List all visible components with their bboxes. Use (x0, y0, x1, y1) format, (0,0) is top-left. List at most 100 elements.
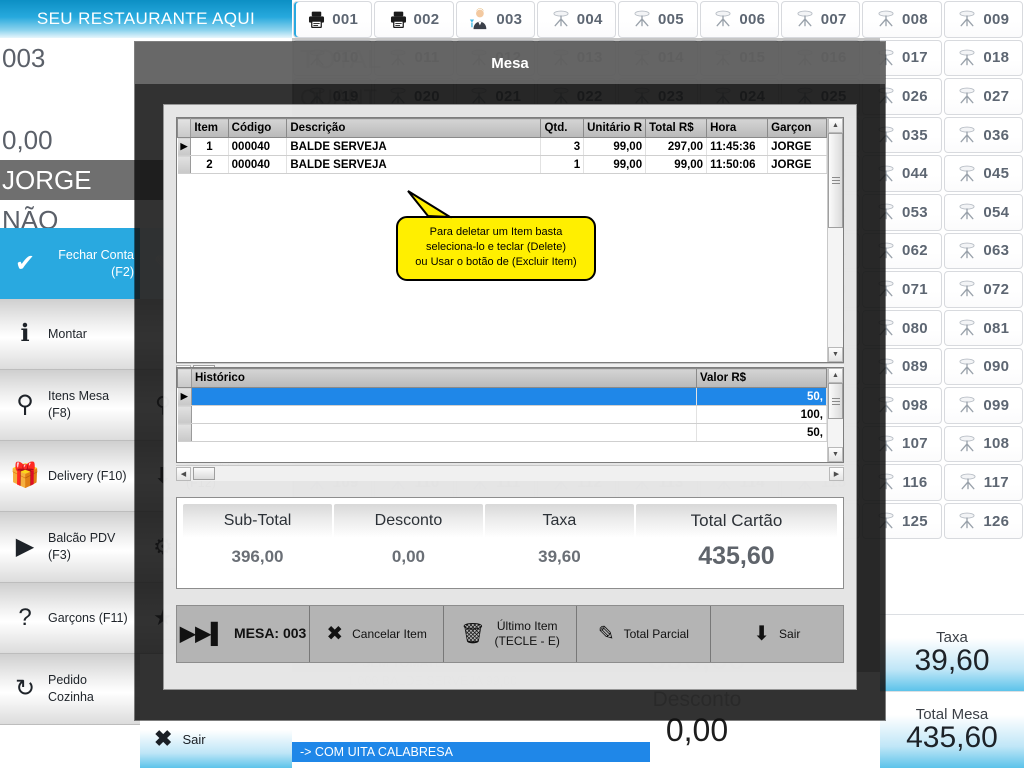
items-col-header[interactable]: Hora (706, 118, 769, 138)
background-blue-line: -> COM UITA CALABRESA (292, 742, 650, 762)
action-total-parcial[interactable]: ✎ Total Parcial (577, 606, 711, 662)
menu-item-montar[interactable]: ℹ Montar (0, 299, 140, 370)
menu-item-gar-ons-f11-[interactable]: ? Garçons (F11) (0, 583, 140, 654)
table-button-number: 006 (739, 10, 766, 28)
menu-item-pedido[interactable]: ↻ Pedido Cozinha (0, 654, 140, 725)
items-col-header[interactable]: Código (227, 118, 288, 138)
action-bar[interactable]: ▶▶▌ MESA: 003 ✖ Cancelar Item 🗑 Último Item (T… (176, 605, 844, 663)
table-button-number: 026 (902, 87, 928, 105)
table-icon (959, 88, 975, 104)
table-button-number: 001 (332, 10, 359, 28)
row-selector[interactable]: ▶ (177, 137, 192, 156)
scroll-thumb[interactable] (828, 383, 843, 419)
menu-item-delivery-f10-[interactable]: 🎁 Delivery (F10) (0, 441, 140, 512)
table-button-054[interactable]: 054 (943, 193, 1023, 231)
cell-valor: 50, (696, 387, 827, 406)
scroll-up-icon[interactable]: ▲ (828, 118, 843, 133)
menu-item-fechar-conta[interactable]: ✔ Fechar Conta (F2) (0, 228, 140, 299)
question-icon: ? (18, 604, 32, 631)
cell-qtd: 1 (540, 155, 585, 174)
menu-item-itens-mesa[interactable]: ⚲ Itens Mesa (F8) (0, 370, 140, 441)
history-datagrid[interactable]: Histórico Valor R$ ▶ 50, 100, 50, ▲ ▼ (176, 367, 844, 463)
scroll-down-icon[interactable]: ▼ (828, 347, 843, 362)
scroll-right-icon[interactable]: ▶ (829, 466, 844, 481)
table-button-090[interactable]: 090 (943, 348, 1023, 385)
table-icon (878, 10, 894, 27)
table-button-001[interactable]: 001 (293, 1, 373, 38)
table-button-number: 007 (820, 10, 847, 28)
scroll-track[interactable] (828, 383, 843, 447)
table-button-002[interactable]: 002 (374, 1, 454, 38)
cell-hora: 11:50:06 (706, 155, 769, 174)
history-col-header[interactable]: Histórico (191, 368, 697, 388)
table-button-007[interactable]: 007 (781, 1, 861, 38)
row-selector[interactable] (177, 155, 192, 174)
table-button-063[interactable]: 063 (943, 232, 1023, 270)
total-value: 435,60 (698, 542, 775, 570)
items-col-header[interactable]: Garçon (767, 118, 827, 138)
table-button-036[interactable]: 036 (943, 116, 1023, 154)
history-table-row[interactable]: 50, (177, 423, 827, 442)
table-button-003[interactable]: 003 (455, 1, 535, 38)
row-indicator-header (177, 368, 192, 388)
primary-menu[interactable]: ✔ Fechar Conta (F2) ℹ Montar ⚲ Itens Mesa (F8) 🎁… (0, 228, 140, 725)
scroll-down-icon[interactable]: ▼ (828, 447, 843, 462)
modal-title-bar: Mesa (135, 42, 885, 84)
action--ltimo-item[interactable]: 🗑 Último Item (TECLE - E) (444, 606, 578, 662)
table-button-081[interactable]: 081 (943, 309, 1023, 347)
items-col-header[interactable]: Qtd. (540, 118, 585, 138)
table-button-005[interactable]: 005 (618, 1, 698, 38)
history-table-row[interactable]: ▶ 50, (177, 387, 827, 406)
download-icon: ⬇ (753, 623, 771, 645)
action-sair[interactable]: ⬇ Sair (711, 606, 843, 662)
history-col-header[interactable]: Valor R$ (696, 368, 827, 388)
table-button-number: 063 (983, 242, 1010, 260)
table-button-004[interactable]: 004 (537, 1, 617, 38)
table-button-009[interactable]: 009 (943, 1, 1023, 38)
table-button-number: 062 (902, 242, 928, 260)
table-button-018[interactable]: 018 (943, 39, 1023, 77)
scroll-track[interactable] (828, 133, 843, 347)
history-vertical-scrollbar[interactable]: ▲ ▼ (827, 368, 843, 462)
items-table-body[interactable]: ▶ 1 000040 BALDE SERVEJA 3 99,00 297,00 11:45:3… (177, 137, 827, 174)
table-button-027[interactable]: 027 (943, 78, 1023, 115)
history-table: Histórico Valor R$ ▶ 50, 100, 50, (177, 368, 827, 442)
magnifier-icon: ⚲ (16, 391, 34, 418)
history-table-body[interactable]: ▶ 50, 100, 50, (177, 387, 827, 442)
table-button-099[interactable]: 099 (943, 386, 1023, 424)
table-icon (959, 435, 975, 452)
items-table-row[interactable]: ▶ 1 000040 BALDE SERVEJA 3 99,00 297,00 11:45:3… (177, 137, 827, 156)
hscroll-thumb[interactable] (193, 467, 215, 480)
row-selector[interactable]: ▶ (177, 387, 192, 406)
items-vertical-scrollbar[interactable]: ▲ ▼ (827, 118, 843, 362)
action-mesa-003[interactable]: ▶▶▌ MESA: 003 (177, 606, 311, 662)
scroll-thumb[interactable] (828, 133, 843, 228)
table-button-number: 072 (983, 280, 1010, 298)
action-cancelar-item[interactable]: ✖ Cancelar Item (310, 606, 444, 662)
table-button-006[interactable]: 006 (699, 1, 779, 38)
items-col-header[interactable]: Total R$ (645, 118, 708, 138)
history-table-row[interactable]: 100, (177, 405, 827, 424)
items-col-header[interactable]: Descrição (286, 118, 542, 138)
table-button-072[interactable]: 072 (943, 271, 1023, 308)
scroll-left-icon[interactable]: ◀ (176, 466, 191, 481)
table-button-117[interactable]: 117 (943, 464, 1023, 501)
row-selector[interactable] (177, 405, 192, 424)
delete-item-callout: Para deletar um Item basta seleciona-lo … (396, 190, 596, 281)
table-button-number: 126 (983, 512, 1010, 530)
row-selector[interactable] (177, 423, 192, 442)
table-button-108[interactable]: 108 (943, 425, 1023, 463)
items-col-header[interactable]: Item (190, 118, 229, 138)
total-mesa-box: Total Mesa 435,60 (880, 691, 1024, 768)
total-mesa-value: 435,60 (906, 720, 998, 754)
table-button-126[interactable]: 126 (943, 502, 1023, 540)
table-button-008[interactable]: 008 (862, 1, 942, 38)
table-icon (959, 126, 975, 143)
table-button-number: 045 (983, 165, 1010, 183)
table-button-045[interactable]: 045 (943, 155, 1023, 192)
scroll-up-icon[interactable]: ▲ (828, 368, 843, 383)
items-col-header[interactable]: Unitário R (583, 118, 647, 138)
menu-item-balc-o-pdv[interactable]: ▶ Balcão PDV (F3) (0, 512, 140, 583)
items-table-row[interactable]: 2 000040 BALDE SERVEJA 1 99,00 99,00 11:50:06 J… (177, 155, 827, 174)
history-horizontal-scrollbar[interactable]: ◀ ▶ (176, 465, 844, 481)
